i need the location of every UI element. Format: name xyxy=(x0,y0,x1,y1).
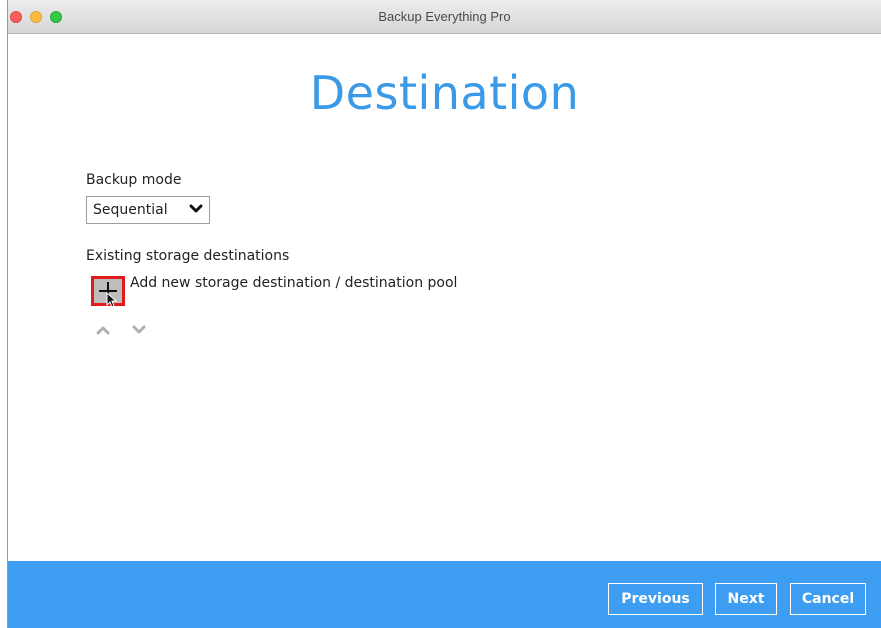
next-button[interactable]: Next xyxy=(715,583,777,615)
mouse-cursor-icon xyxy=(106,292,118,308)
page-title: Destination xyxy=(309,66,580,120)
chevron-up-icon[interactable] xyxy=(96,324,110,336)
previous-button[interactable]: Previous xyxy=(608,583,703,615)
chevron-down-icon xyxy=(189,204,203,213)
app-window: Backup Everything Pro Destination Backup… xyxy=(8,0,881,628)
desktop-edge xyxy=(0,0,8,628)
backup-mode-label: Backup mode xyxy=(86,172,182,188)
backup-mode-select[interactable]: Sequential xyxy=(86,196,210,224)
chevron-down-icon[interactable] xyxy=(132,324,146,336)
backup-mode-value: Sequential xyxy=(93,202,168,218)
window-title: Backup Everything Pro xyxy=(378,9,511,24)
existing-destinations-label: Existing storage destinations xyxy=(86,248,290,264)
cancel-button[interactable]: Cancel xyxy=(790,583,866,615)
add-destination-label[interactable]: Add new storage destination / destinatio… xyxy=(130,275,457,291)
title-bar[interactable]: Backup Everything Pro xyxy=(8,0,881,34)
